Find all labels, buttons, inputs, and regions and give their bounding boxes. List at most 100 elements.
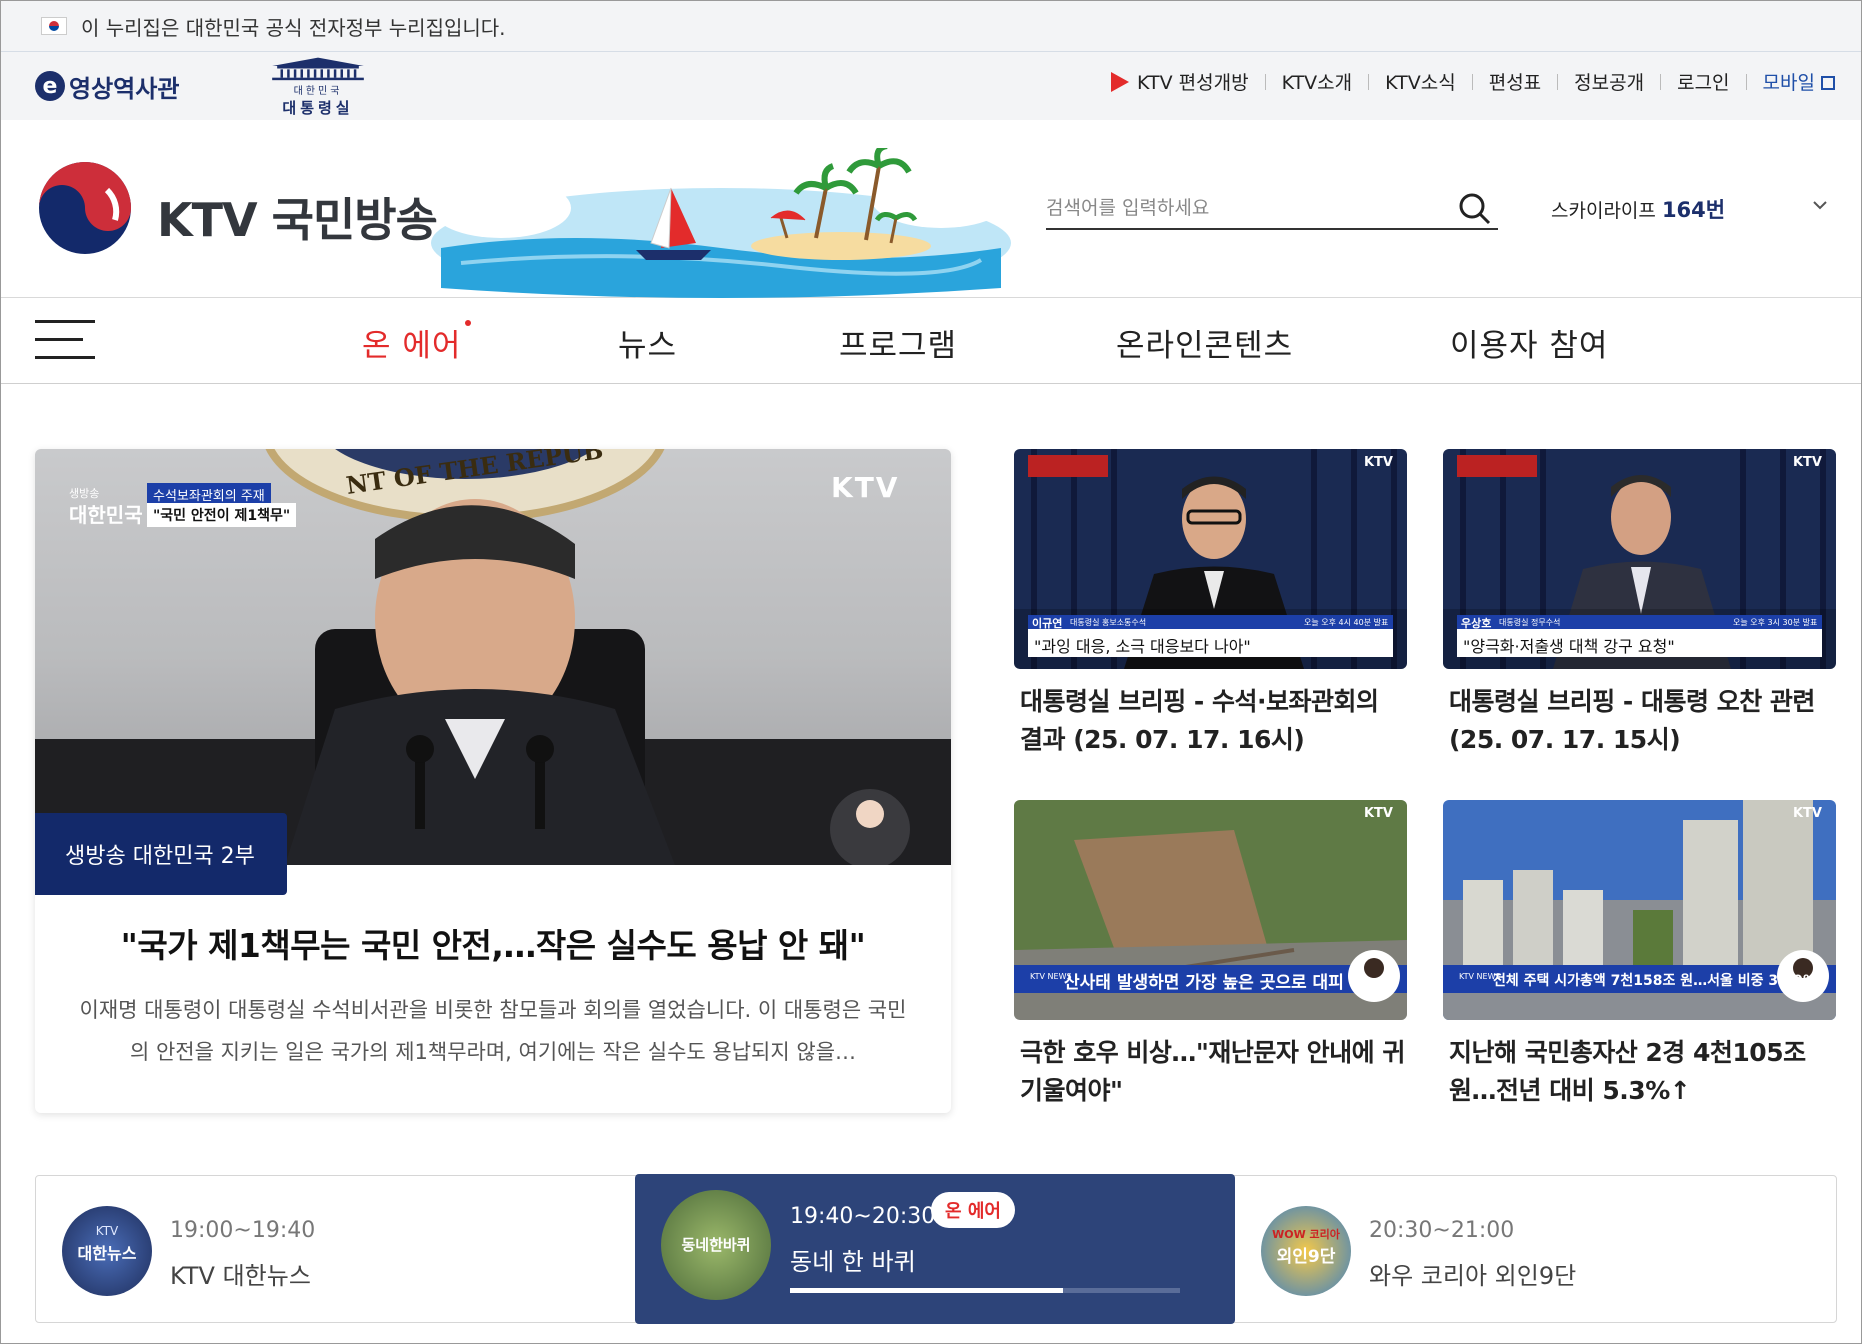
external-link-icon xyxy=(1821,76,1835,90)
divider xyxy=(1745,73,1747,90)
link-info-disclosure[interactable]: 정보공개 xyxy=(1574,68,1644,95)
schedule-item[interactable]: WOW 코리아 외인9단 20:30~21:00 와우 코리아 외인9단 xyxy=(1235,1176,1835,1322)
news-card-title[interactable]: 지난해 국민총자산 2경 4천105조 원…전년 대비 5.3%↑ xyxy=(1443,1034,1836,1110)
card-caption: 전체 주택 시가총액 7천158조 원…서울 비중 34.9% xyxy=(1493,973,1817,989)
card-time: 오늘 오후 3시 30분 발표 xyxy=(1733,618,1818,627)
feature-title[interactable]: "국가 제1책무는 국민 안전,…작은 실수도 용납 안 돼" xyxy=(35,919,951,967)
onair-badge: 온 에어 xyxy=(931,1192,1015,1228)
gov-notice-text: 이 누리집은 대한민국 공식 전자정부 누리집입니다. xyxy=(81,15,506,40)
presidential-office-sub: 대한민국 xyxy=(293,86,343,97)
program-progress-fill xyxy=(790,1288,1063,1293)
divider xyxy=(1557,73,1559,90)
program-logo: WOW 코리아 외인9단 xyxy=(1261,1206,1351,1296)
news-card-title[interactable]: 극한 호우 비상…"재난문자 안내에 귀 기울여야" xyxy=(1014,1034,1407,1110)
news-card[interactable]: 우상호 대통령실 정무수석 오늘 오후 3시 30분 발표 "양극화·저출생 대… xyxy=(1443,449,1836,759)
program-logo-top: KTV xyxy=(95,1224,119,1238)
divider xyxy=(1660,73,1662,90)
schedule-strip: KTV 대한뉴스 19:00~19:40 KTV 대한뉴스 동네한바퀴 19:4… xyxy=(35,1174,1837,1324)
link-schedule[interactable]: 편성표 xyxy=(1489,68,1541,95)
program-logo: 동네한바퀴 xyxy=(661,1190,771,1300)
news-card-thumbnail[interactable]: 우상호 대통령실 정무수석 오늘 오후 3시 30분 발표 "양극화·저출생 대… xyxy=(1443,449,1836,669)
search-input[interactable] xyxy=(1046,190,1446,226)
schedule-program-name: KTV 대한뉴스 xyxy=(170,1262,311,1290)
menu-icon[interactable] xyxy=(35,320,95,360)
program-logo-top: WOW 코리아 xyxy=(1272,1228,1340,1241)
feature-thumbnail[interactable]: 생방송 대한민국 수석보좌관회의 주재 "국민 안전이 제1책무" KTV NT… xyxy=(35,449,951,865)
schedule-time: 20:30~21:00 xyxy=(1369,1218,1515,1243)
skylife-channel[interactable]: 스카이라이프 164번 xyxy=(1551,194,1725,224)
link-mobile[interactable]: 모바일 xyxy=(1763,68,1835,95)
presidential-office-logo[interactable]: 대한민국 대통령실 xyxy=(256,56,380,118)
korea-gov-symbol-icon[interactable] xyxy=(35,160,135,256)
news-card[interactable]: KTV NEWS 전체 주택 시가총액 7천158조 원…서울 비중 34.9%… xyxy=(1443,800,1836,1110)
chevron-down-icon[interactable] xyxy=(1811,196,1829,214)
utility-bar: e 영상역사관 대한민국 대통령실 KTV 편성개방 KTV소개 KTV소식 편… xyxy=(1,52,1861,120)
program-logo-text: 동네한바퀴 xyxy=(681,1236,751,1254)
card-time: 오늘 오후 4시 40분 발표 xyxy=(1304,618,1389,627)
link-login[interactable]: 로그인 xyxy=(1677,68,1729,95)
schedule-item-current[interactable]: 동네한바퀴 19:40~20:30 온 에어 동네 한 바퀴 xyxy=(635,1174,1235,1324)
ktv-watermark: KTV xyxy=(1792,806,1822,821)
news-card-title[interactable]: 대통령실 브리핑 - 수석·보좌관회의 결과 (25. 07. 17. 16시) xyxy=(1014,683,1407,759)
news-card-thumbnail[interactable]: KTV NEWS 전체 주택 시가총액 7천158조 원…서울 비중 34.9%… xyxy=(1443,800,1836,1020)
search-icon[interactable] xyxy=(1458,192,1492,226)
card-role: 대통령실 정무수석 xyxy=(1499,618,1561,627)
card-person: 이규연 xyxy=(1032,617,1063,630)
skylife-number: 164번 xyxy=(1661,198,1726,222)
schedule-time: 19:40~20:30 xyxy=(790,1204,936,1229)
feature-program-badge: 생방송 대한민국 2부 xyxy=(35,813,287,895)
program-progress-bar xyxy=(790,1288,1180,1293)
feature-story[interactable]: 생방송 대한민국 수석보좌관회의 주재 "국민 안전이 제1책무" KTV NT… xyxy=(35,449,951,1113)
news-card-thumbnail[interactable]: 이규연 대통령실 홍보소통수석 오늘 오후 4시 40분 발표 "과잉 대응, … xyxy=(1014,449,1407,669)
feature-caption-big: 대한민국 xyxy=(69,503,143,527)
skylife-label: 스카이라이프 xyxy=(1551,200,1656,222)
brand-title[interactable]: KTV 국민방송 xyxy=(157,184,438,250)
ktv-watermark: KTV xyxy=(1363,806,1393,821)
nav-onair[interactable]: 온 에어 xyxy=(362,320,472,365)
utility-links: KTV 편성개방 KTV소개 KTV소식 편성표 정보공개 로그인 모바일 xyxy=(1111,68,1835,95)
link-ktv-open[interactable]: KTV 편성개방 xyxy=(1137,68,1249,95)
schedule-program-name: 동네 한 바퀴 xyxy=(790,1248,916,1276)
program-logo-text: 대한뉴스 xyxy=(77,1244,137,1263)
presidential-building-icon xyxy=(272,57,364,81)
program-logo-text: 외인9단 xyxy=(1276,1247,1336,1267)
schedule-item[interactable]: KTV 대한뉴스 19:00~19:40 KTV 대한뉴스 xyxy=(36,1176,636,1322)
program-logo: KTV 대한뉴스 xyxy=(62,1206,152,1296)
news-card[interactable]: KTV NEWS 산사태 발생하면 가장 높은 곳으로 대피 KTV 극한 호우… xyxy=(1014,800,1407,1110)
divider xyxy=(1368,73,1370,90)
feature-description: 이재명 대통령이 대통령실 수석비서관을 비롯한 참모들과 회의를 열었습니다.… xyxy=(79,998,907,1064)
card-person: 우상호 xyxy=(1461,617,1492,630)
main-nav: 온 에어 뉴스 프로그램 온라인콘텐츠 이용자 참여 xyxy=(1,298,1861,384)
presidential-office-name: 대통령실 xyxy=(282,99,354,117)
card-caption: 산사태 발생하면 가장 높은 곳으로 대피 xyxy=(1064,973,1344,993)
divider xyxy=(1471,73,1473,90)
schedule-program-name: 와우 코리아 외인9단 xyxy=(1369,1262,1577,1290)
site-header: KTV 국민방송 스카이라이프 164번 xyxy=(1,120,1861,298)
card-caption: "과잉 대응, 소극 대응보다 나아" xyxy=(1034,637,1251,656)
card-role: 대통령실 홍보소통수석 xyxy=(1070,618,1147,627)
e-logo-icon: e xyxy=(35,71,65,101)
card-caption: "양극화·저출생 대책 강구 요청" xyxy=(1463,637,1675,656)
link-ktv-news[interactable]: KTV소식 xyxy=(1385,68,1456,95)
nav-online-content[interactable]: 온라인콘텐츠 xyxy=(1116,320,1293,365)
gov-notice-bar: 이 누리집은 대한민국 공식 전자정부 누리집입니다. xyxy=(1,1,1861,52)
e-history-logo[interactable]: e 영상역사관 xyxy=(35,64,179,108)
play-icon xyxy=(1111,71,1130,92)
news-card[interactable]: 이규연 대통령실 홍보소통수석 오늘 오후 4시 40분 발표 "과잉 대응, … xyxy=(1014,449,1407,759)
nav-news[interactable]: 뉴스 xyxy=(618,320,677,365)
link-ktv-about[interactable]: KTV소개 xyxy=(1282,68,1353,95)
ktv-watermark: KTV xyxy=(1363,455,1393,470)
nav-program[interactable]: 프로그램 xyxy=(839,320,957,365)
feature-caption-line2: "국민 안전이 제1책무" xyxy=(147,503,297,527)
korea-flag-icon xyxy=(41,17,67,35)
news-card-thumbnail[interactable]: KTV NEWS 산사태 발생하면 가장 높은 곳으로 대피 KTV xyxy=(1014,800,1407,1020)
divider xyxy=(1264,73,1266,90)
nav-user-participation[interactable]: 이용자 참여 xyxy=(1450,320,1608,365)
ktv-watermark: KTV xyxy=(831,471,900,504)
summer-beach-banner xyxy=(431,148,1011,298)
search-box xyxy=(1046,190,1498,230)
news-card-title[interactable]: 대통령실 브리핑 - 대통령 오찬 관련 (25. 07. 17. 15시) xyxy=(1443,683,1836,759)
e-history-label: 영상역사관 xyxy=(69,74,180,103)
schedule-time: 19:00~19:40 xyxy=(170,1218,316,1243)
link-mobile-label: 모바일 xyxy=(1762,72,1815,94)
